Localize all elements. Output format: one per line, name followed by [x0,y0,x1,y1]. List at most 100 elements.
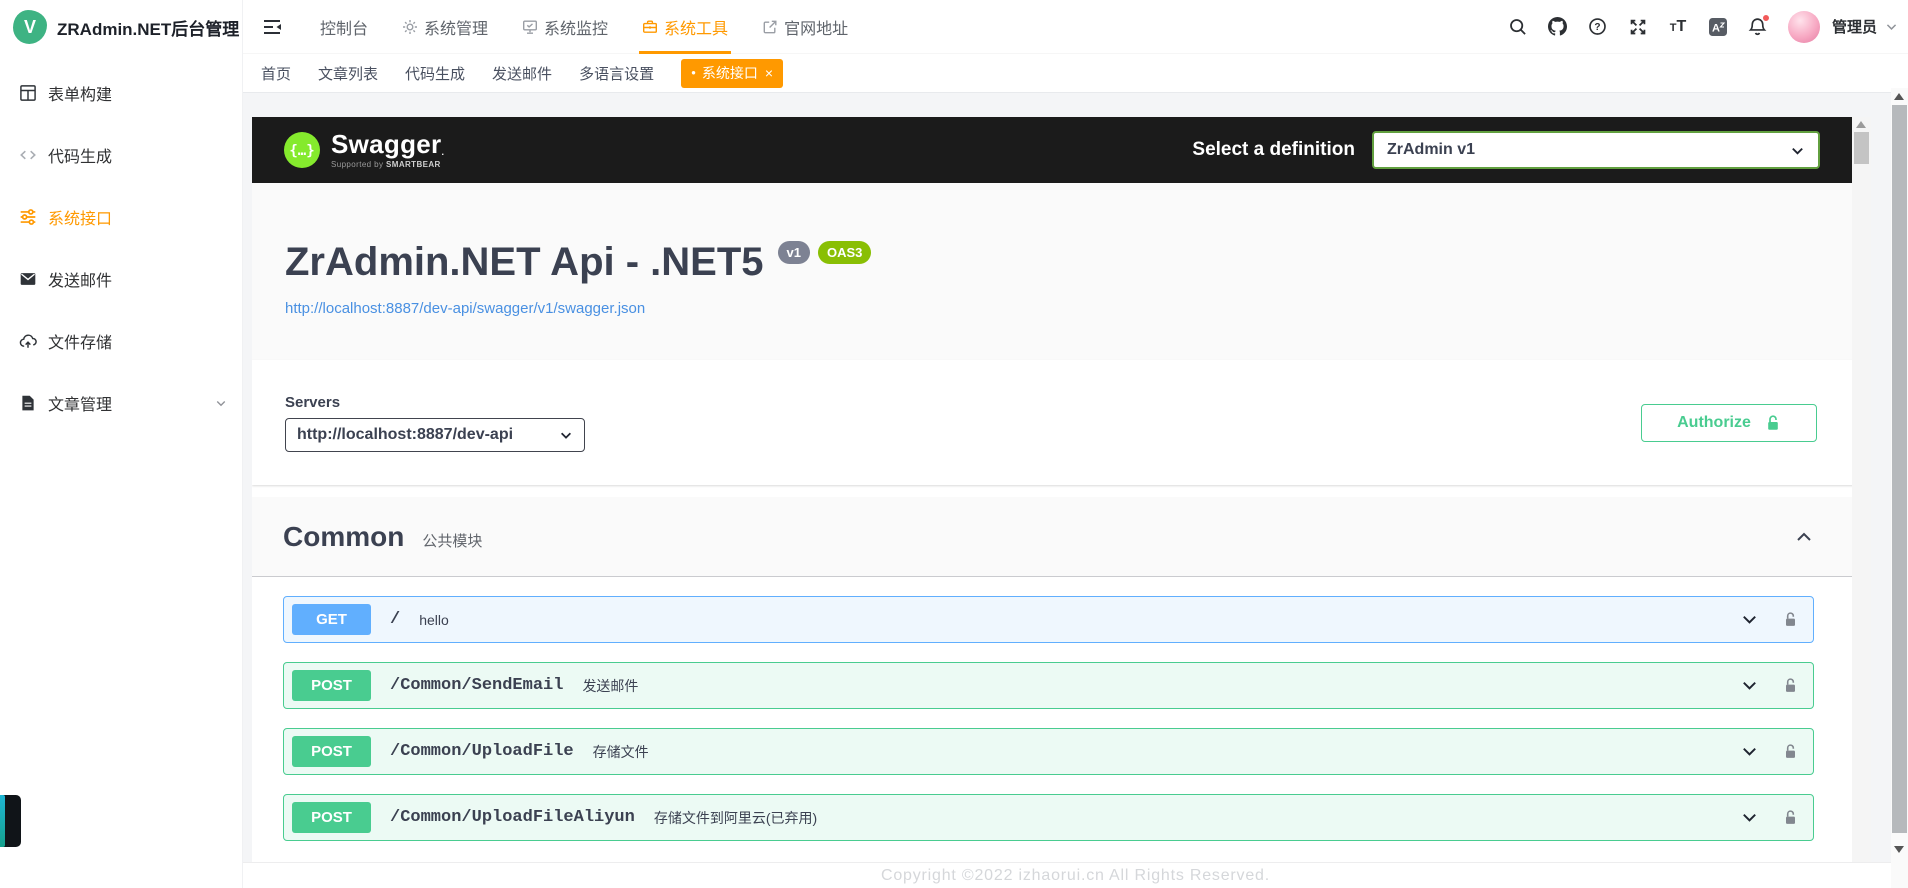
scroll-up-arrow[interactable] [1856,121,1866,128]
api-operation-row[interactable]: POST /Common/UploadFile 存储文件 [283,728,1814,775]
nav-item-label: 系统监控 [544,15,608,39]
form-builder-icon [19,84,38,102]
lock-open-icon [1765,414,1781,432]
server-value: http://localhost:8887/dev-api [297,426,513,444]
page-footer: Copyright ©2022 izhaorui.cn All Rights R… [243,862,1908,888]
chevron-down-icon [1740,676,1759,695]
swagger-logo: {…} Swagger. Supported by SMARTBEAR [283,131,444,169]
definition-select[interactable]: ZrAdmin v1 [1372,131,1820,169]
lock-open-icon[interactable] [1783,677,1798,694]
monitor-icon [522,19,538,35]
floating-widget[interactable] [0,795,21,847]
bell-icon[interactable] [1740,9,1776,45]
tab-article-list[interactable]: 文章列表 [318,63,378,84]
github-icon[interactable] [1540,9,1576,45]
avatar[interactable] [1788,11,1820,43]
sidebar-menu: 表单构建 代码生成 系统接口 发送邮件 文件存储 [0,54,242,434]
lock-open-icon[interactable] [1783,743,1798,760]
scrollbar-thumb[interactable] [1854,132,1869,164]
sidebar-item-form-builder[interactable]: 表单构建 [0,62,242,124]
api-operation-row[interactable]: GET / hello [283,596,1814,643]
notification-badge [1762,14,1770,22]
definition-label: Select a definition [1192,139,1355,161]
sidebar-item-file-storage[interactable]: 文件存储 [0,310,242,372]
copyright-text: Copyright ©2022 izhaorui.cn All Rights R… [881,867,1270,884]
swagger-scrollbar [1852,117,1871,862]
swagger-ui: {…} Swagger. Supported by SMARTBEAR Sele… [252,117,1871,862]
sidebar-item-label: 系统接口 [48,205,112,229]
swagger-logo-icon: {…} [283,131,321,169]
api-summary: hello [419,612,449,628]
sidebar-fold-icon[interactable] [255,10,289,44]
close-icon[interactable]: × [765,65,773,81]
http-method-badge: POST [292,670,371,701]
section-header[interactable]: Common 公共模块 [252,497,1871,577]
sidebar-item-system-api[interactable]: 系统接口 [0,186,242,248]
chevron-down-icon [215,397,227,409]
page-scrollbar [1891,88,1908,888]
api-summary: 存储文件 [593,742,649,762]
chevron-down-icon [1790,143,1805,158]
tab-bar: 首页 文章列表 代码生成 发送邮件 多语言设置 ● 系统接口 × [243,54,1908,93]
font-size-icon[interactable]: TT [1660,9,1696,45]
mail-icon [19,270,38,288]
nav-item-system-tools[interactable]: 系统工具 [625,0,745,54]
lock-open-icon[interactable] [1783,809,1798,826]
tab-system-api[interactable]: ● 系统接口 × [681,59,783,88]
spec-url-link[interactable]: http://localhost:8887/dev-api/swagger/v1… [285,300,645,317]
sidebar-item-label: 文件存储 [48,329,112,353]
sidebar-item-article-manage[interactable]: 文章管理 [0,372,242,434]
lock-open-icon[interactable] [1783,611,1798,628]
api-operation-row[interactable]: POST /Common/SendEmail 发送邮件 [283,662,1814,709]
help-icon[interactable]: ? [1580,9,1616,45]
nav-item-console[interactable]: 控制台 [303,0,385,54]
scrollbar-thumb[interactable] [1892,105,1907,833]
api-sliders-icon [19,208,38,226]
servers-select[interactable]: http://localhost:8887/dev-api [285,418,585,452]
swagger-wordmark: Swagger. [331,131,444,157]
scheme-container: Servers http://localhost:8887/dev-api Au… [252,360,1871,485]
servers-label: Servers [285,394,585,411]
sidebar-item-label: 文章管理 [48,391,112,415]
api-path: /Common/UploadFileAliyun [390,808,635,827]
search-icon[interactable] [1500,9,1536,45]
translate-icon[interactable]: A [1700,9,1736,45]
article-icon [19,394,38,412]
sidebar-item-code-generate[interactable]: 代码生成 [0,124,242,186]
gear-icon [402,19,418,35]
nav-item-official-site[interactable]: 官网地址 [745,0,865,54]
app-logo-row: V ZRAdmin.NET后台管理 [0,0,242,54]
api-operation-row[interactable]: POST /Common/UploadFileAliyun 存储文件到阿里云(已… [283,794,1814,841]
sidebar-item-send-mail[interactable]: 发送邮件 [0,248,242,310]
sidebar-item-label: 发送邮件 [48,267,112,291]
active-dot-icon: ● [691,69,696,77]
top-menu: 控制台 系统管理 系统监控 系统工具 [303,0,865,54]
definition-picker: Select a definition ZrAdmin v1 [1192,131,1820,169]
tab-send-mail[interactable]: 发送邮件 [492,63,552,84]
nav-item-system-manage[interactable]: 系统管理 [385,0,505,54]
nav-item-label: 系统工具 [664,15,728,39]
http-method-badge: POST [292,802,371,833]
api-summary: 存储文件到阿里云(已弃用) [654,808,817,828]
oas-badge: OAS3 [818,241,871,264]
tab-home[interactable]: 首页 [261,63,291,84]
fullscreen-icon[interactable] [1620,9,1656,45]
scroll-up-arrow[interactable] [1894,93,1904,100]
tab-label: 系统接口 [702,63,758,83]
main-area: 控制台 系统管理 系统监控 系统工具 [243,0,1908,888]
chevron-down-icon [1740,808,1759,827]
nav-item-system-monitor[interactable]: 系统监控 [505,0,625,54]
app-logo: V [13,10,47,44]
tab-i18n-settings[interactable]: 多语言设置 [579,63,654,84]
api-path: /Common/SendEmail [390,676,563,695]
http-method-badge: GET [292,604,371,635]
authorize-button[interactable]: Authorize [1641,404,1817,442]
tab-code-generate[interactable]: 代码生成 [405,63,465,84]
http-method-badge: POST [292,736,371,767]
swagger-info: ZrAdmin.NET Api - .NET5v1OAS3 http://loc… [252,183,1871,360]
section-title: Common [283,521,404,553]
chevron-down-icon[interactable] [1885,20,1898,33]
user-name: 管理员 [1832,16,1877,37]
scroll-down-arrow[interactable] [1894,846,1904,853]
chevron-down-icon [1740,610,1759,629]
